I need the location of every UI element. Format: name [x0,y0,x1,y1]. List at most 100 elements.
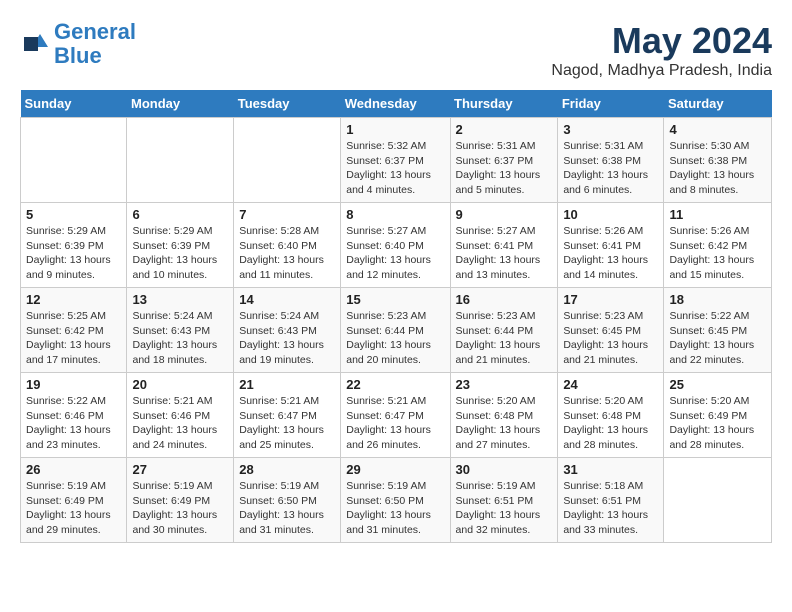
logo-line2: Blue [54,43,102,68]
calendar-cell: 27 Sunrise: 5:19 AM Sunset: 6:49 PM Dayli… [127,458,234,543]
day-number: 6 [132,207,228,222]
day-number: 21 [239,377,335,392]
day-number: 26 [26,462,121,477]
logo-line1: General [54,19,136,44]
day-info: Sunrise: 5:20 AM Sunset: 6:48 PM Dayligh… [563,394,658,453]
day-info: Sunrise: 5:21 AM Sunset: 6:47 PM Dayligh… [239,394,335,453]
day-number: 17 [563,292,658,307]
day-info: Sunrise: 5:22 AM Sunset: 6:46 PM Dayligh… [26,394,121,453]
day-number: 27 [132,462,228,477]
week-row-1: 1 Sunrise: 5:32 AM Sunset: 6:37 PM Daylig… [21,118,772,203]
day-info: Sunrise: 5:31 AM Sunset: 6:37 PM Dayligh… [456,139,553,198]
calendar-cell: 23Sunrise: 5:20 AM Sunset: 6:48 PM Dayli… [450,373,558,458]
calendar-cell: 19 Sunrise: 5:22 AM Sunset: 6:46 PM Dayli… [21,373,127,458]
day-info: Sunrise: 5:22 AM Sunset: 6:45 PM Dayligh… [669,309,766,368]
calendar-header-row: SundayMondayTuesdayWednesdayThursdayFrid… [21,90,772,118]
calendar-cell: 30 Sunrise: 5:19 AM Sunset: 6:51 PM Dayli… [450,458,558,543]
calendar-cell: 16 Sunrise: 5:23 AM Sunset: 6:44 PM Dayli… [450,288,558,373]
calendar-cell [21,118,127,203]
day-number: 14 [239,292,335,307]
day-info: Sunrise: 5:29 AM Sunset: 6:39 PM Dayligh… [26,224,121,283]
calendar-cell: 3 Sunrise: 5:31 AM Sunset: 6:38 PM Daylig… [558,118,664,203]
calendar-cell: 2 Sunrise: 5:31 AM Sunset: 6:37 PM Daylig… [450,118,558,203]
calendar-cell: 9Sunrise: 5:27 AM Sunset: 6:41 PM Daylig… [450,203,558,288]
header-wednesday: Wednesday [341,90,450,118]
calendar-cell: 29 Sunrise: 5:19 AM Sunset: 6:50 PM Dayli… [341,458,450,543]
day-number: 13 [132,292,228,307]
day-number: 19 [26,377,121,392]
calendar-cell: 21 Sunrise: 5:21 AM Sunset: 6:47 PM Dayli… [234,373,341,458]
day-info: Sunrise: 5:19 AM Sunset: 6:50 PM Dayligh… [239,479,335,538]
day-number: 24 [563,377,658,392]
header-friday: Friday [558,90,664,118]
day-number: 10 [563,207,658,222]
day-number: 15 [346,292,444,307]
day-number: 2 [456,122,553,137]
calendar-cell [234,118,341,203]
calendar-cell: 8 Sunrise: 5:27 AM Sunset: 6:40 PM Daylig… [341,203,450,288]
header-tuesday: Tuesday [234,90,341,118]
calendar-cell: 17 Sunrise: 5:23 AM Sunset: 6:45 PM Dayli… [558,288,664,373]
calendar-cell: 11Sunrise: 5:26 AM Sunset: 6:42 PM Dayli… [664,203,772,288]
calendar-cell: 5 Sunrise: 5:29 AM Sunset: 6:39 PM Daylig… [21,203,127,288]
header-thursday: Thursday [450,90,558,118]
day-info: Sunrise: 5:21 AM Sunset: 6:46 PM Dayligh… [132,394,228,453]
calendar-cell: 14Sunrise: 5:24 AM Sunset: 6:43 PM Dayli… [234,288,341,373]
logo-text: General Blue [54,20,136,68]
calendar-cell: 1 Sunrise: 5:32 AM Sunset: 6:37 PM Daylig… [341,118,450,203]
day-number: 30 [456,462,553,477]
week-row-3: 12Sunrise: 5:25 AM Sunset: 6:42 PM Dayli… [21,288,772,373]
day-info: Sunrise: 5:20 AM Sunset: 6:49 PM Dayligh… [669,394,766,453]
day-info: Sunrise: 5:19 AM Sunset: 6:49 PM Dayligh… [26,479,121,538]
day-number: 4 [669,122,766,137]
day-number: 5 [26,207,121,222]
calendar-cell: 13Sunrise: 5:24 AM Sunset: 6:43 PM Dayli… [127,288,234,373]
day-number: 11 [669,207,766,222]
header-saturday: Saturday [664,90,772,118]
day-info: Sunrise: 5:23 AM Sunset: 6:44 PM Dayligh… [456,309,553,368]
day-info: Sunrise: 5:21 AM Sunset: 6:47 PM Dayligh… [346,394,444,453]
calendar-cell: 25Sunrise: 5:20 AM Sunset: 6:49 PM Dayli… [664,373,772,458]
day-number: 20 [132,377,228,392]
day-number: 23 [456,377,553,392]
day-info: Sunrise: 5:32 AM Sunset: 6:37 PM Dayligh… [346,139,444,198]
header-sunday: Sunday [21,90,127,118]
day-number: 16 [456,292,553,307]
header-monday: Monday [127,90,234,118]
day-number: 8 [346,207,444,222]
day-info: Sunrise: 5:19 AM Sunset: 6:50 PM Dayligh… [346,479,444,538]
day-info: Sunrise: 5:19 AM Sunset: 6:51 PM Dayligh… [456,479,553,538]
day-info: Sunrise: 5:31 AM Sunset: 6:38 PM Dayligh… [563,139,658,198]
calendar-cell: 26 Sunrise: 5:19 AM Sunset: 6:49 PM Dayli… [21,458,127,543]
page-header: General Blue May 2024 Nagod, Madhya Prad… [20,20,772,80]
calendar-cell: 18 Sunrise: 5:22 AM Sunset: 6:45 PM Dayli… [664,288,772,373]
day-info: Sunrise: 5:23 AM Sunset: 6:45 PM Dayligh… [563,309,658,368]
day-info: Sunrise: 5:26 AM Sunset: 6:41 PM Dayligh… [563,224,658,283]
calendar-cell [127,118,234,203]
calendar-cell: 28 Sunrise: 5:19 AM Sunset: 6:50 PM Dayli… [234,458,341,543]
calendar-cell: 15Sunrise: 5:23 AM Sunset: 6:44 PM Dayli… [341,288,450,373]
calendar-cell: 7 Sunrise: 5:28 AM Sunset: 6:40 PM Daylig… [234,203,341,288]
calendar-cell: 6Sunrise: 5:29 AM Sunset: 6:39 PM Daylig… [127,203,234,288]
calendar-table: SundayMondayTuesdayWednesdayThursdayFrid… [20,90,772,543]
day-number: 7 [239,207,335,222]
calendar-cell: 20 Sunrise: 5:21 AM Sunset: 6:46 PM Dayli… [127,373,234,458]
day-number: 28 [239,462,335,477]
day-number: 29 [346,462,444,477]
day-info: Sunrise: 5:30 AM Sunset: 6:38 PM Dayligh… [669,139,766,198]
calendar-cell: 31Sunrise: 5:18 AM Sunset: 6:51 PM Dayli… [558,458,664,543]
day-number: 1 [346,122,444,137]
day-number: 18 [669,292,766,307]
month-year: May 2024 [551,20,772,62]
day-info: Sunrise: 5:19 AM Sunset: 6:49 PM Dayligh… [132,479,228,538]
day-info: Sunrise: 5:28 AM Sunset: 6:40 PM Dayligh… [239,224,335,283]
calendar-cell: 24 Sunrise: 5:20 AM Sunset: 6:48 PM Dayli… [558,373,664,458]
calendar-cell: 12Sunrise: 5:25 AM Sunset: 6:42 PM Dayli… [21,288,127,373]
day-number: 31 [563,462,658,477]
week-row-5: 26 Sunrise: 5:19 AM Sunset: 6:49 PM Dayli… [21,458,772,543]
day-info: Sunrise: 5:27 AM Sunset: 6:40 PM Dayligh… [346,224,444,283]
day-number: 12 [26,292,121,307]
day-number: 22 [346,377,444,392]
week-row-4: 19 Sunrise: 5:22 AM Sunset: 6:46 PM Dayli… [21,373,772,458]
day-number: 3 [563,122,658,137]
